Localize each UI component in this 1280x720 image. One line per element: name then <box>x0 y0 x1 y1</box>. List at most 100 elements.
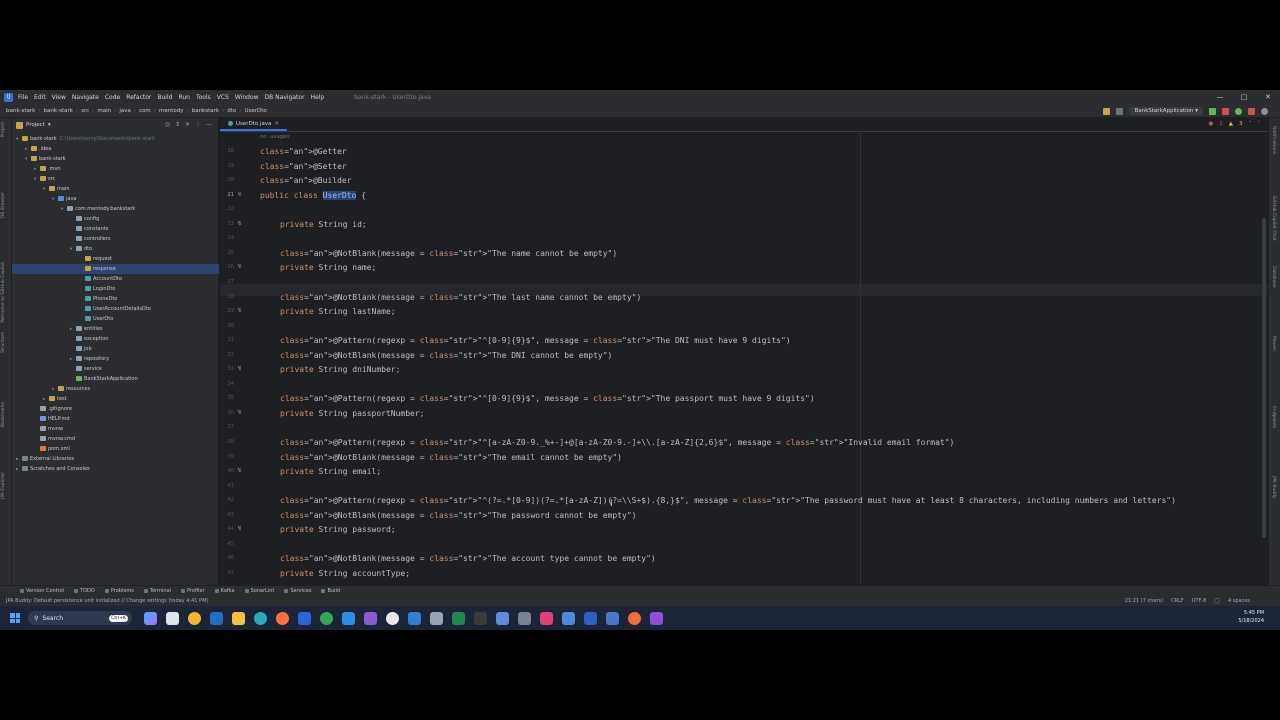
code-area[interactable]: no usages class="an">@Getter class="an">@S… <box>260 133 1260 602</box>
edge-icon[interactable] <box>254 611 267 625</box>
line-number[interactable]: 38 <box>227 439 234 445</box>
tree-item[interactable]: HELP.md <box>12 414 219 424</box>
tree-item[interactable]: request <box>12 254 219 264</box>
snipping-tool-icon[interactable] <box>606 611 619 625</box>
line-separator[interactable]: CRLF <box>1171 598 1184 604</box>
line-number[interactable]: 19 <box>227 163 234 169</box>
tree-item[interactable]: BankStarkApplication <box>12 374 219 384</box>
visual-studio-icon[interactable] <box>364 611 377 625</box>
line-number[interactable]: 41 <box>227 483 234 489</box>
tool-strip-database[interactable]: Database <box>1271 266 1276 287</box>
tool-strip-welcome-to-github-copilot[interactable]: Welcome to GitHub Copilot <box>1 262 6 323</box>
postman-icon[interactable] <box>628 611 641 625</box>
word-icon[interactable] <box>584 611 597 625</box>
tool-strip-db-browser[interactable]: DB Browser <box>1 192 6 218</box>
tree-item[interactable]: job <box>12 344 219 354</box>
menu-item-run[interactable]: Run <box>178 94 190 101</box>
line-number[interactable]: 47 <box>227 570 234 576</box>
locate-icon[interactable]: ◎ <box>165 121 170 128</box>
excel-icon[interactable] <box>452 611 465 625</box>
tree-item[interactable]: ▸ Scratches and Consoles <box>12 464 219 474</box>
caret-position[interactable]: 21:21 (7 chars) <box>1125 598 1163 604</box>
code-line[interactable]: class="an">@NotBlank(message = class="st… <box>280 554 656 563</box>
tool-window-profiler[interactable]: Profiler <box>181 588 205 594</box>
notes-icon[interactable] <box>496 611 509 625</box>
tree-item[interactable]: constants <box>12 224 219 234</box>
line-number[interactable]: 20 <box>227 177 234 183</box>
code-line[interactable]: class="an">@Pattern(regexp = class="str"… <box>280 394 815 403</box>
minimize-icon[interactable]: — <box>1208 90 1232 104</box>
tree-item[interactable]: ▾ bank-stark <box>12 154 219 164</box>
tree-item[interactable]: ▸ resources <box>12 384 219 394</box>
tree-item[interactable]: ▸ External Libraries <box>12 454 219 464</box>
breadcrumb-item[interactable]: UserDto <box>245 108 267 114</box>
file-explorer-icon[interactable] <box>232 611 245 625</box>
menu-item-db-navigator[interactable]: DB Navigator <box>265 94 305 101</box>
tool-strip-structure[interactable]: Structure <box>1 332 6 353</box>
tool-strip-project[interactable]: Project <box>1 122 6 137</box>
code-line[interactable]: private String id; <box>280 220 367 229</box>
debug-icon[interactable] <box>1222 107 1229 115</box>
taskbar-search[interactable]: ⚲ Search Ctrl+K <box>28 611 132 625</box>
line-number[interactable]: 35 <box>227 395 234 401</box>
menu-item-help[interactable]: Help <box>311 94 325 101</box>
menu-item-navigate[interactable]: Navigate <box>72 94 99 101</box>
github-desktop-icon[interactable] <box>386 611 399 625</box>
code-line[interactable]: private String lastName; <box>280 307 396 316</box>
line-number[interactable]: 44 <box>227 526 234 532</box>
tree-item[interactable]: ▸ .mvn <box>12 164 219 174</box>
chevron-down-icon[interactable]: ˅ <box>1257 121 1260 127</box>
line-number[interactable]: 31 <box>227 337 234 343</box>
firefox-icon[interactable] <box>276 611 289 625</box>
tree-item[interactable]: LoginDto <box>12 284 219 294</box>
tree-item[interactable]: config <box>12 214 219 224</box>
line-number[interactable]: 29 <box>227 308 234 314</box>
coverage-icon[interactable] <box>1235 107 1242 115</box>
tool-window-todo[interactable]: TODO <box>74 588 95 594</box>
terminal-icon[interactable] <box>474 611 487 625</box>
line-number[interactable]: 36 <box>227 410 234 416</box>
code-line[interactable]: private String accountType; <box>280 569 410 578</box>
windows-start-icon[interactable] <box>10 613 20 623</box>
code-line[interactable]: class="an">@NotBlank(message = class="st… <box>280 351 612 360</box>
breadcrumb-item[interactable]: src <box>81 108 89 114</box>
tool-strip-maven[interactable]: Maven <box>1271 336 1276 351</box>
close-tab-icon[interactable]: ✕ <box>274 118 279 130</box>
menu-item-view[interactable]: View <box>52 94 66 101</box>
run-icon[interactable] <box>1209 107 1216 115</box>
code-line[interactable]: private String dniNumber; <box>280 365 400 374</box>
tree-item[interactable]: AccountDto <box>12 274 219 284</box>
tab-userdto-java[interactable]: UserDto.java ✕ <box>220 118 288 131</box>
breadcrumb-item[interactable]: com <box>139 108 151 114</box>
line-number[interactable]: 39 <box>227 454 234 460</box>
code-line[interactable]: private String passportNumber; <box>280 409 425 418</box>
notepad-icon[interactable] <box>430 611 443 625</box>
gutter-marker-icon[interactable]: ↯ <box>237 263 243 270</box>
tree-item[interactable]: ▾ bank-stark C:\Users\tonny\Documents\bank… <box>12 134 219 144</box>
code-line[interactable]: class="an">@NotBlank(message = class="st… <box>280 511 636 520</box>
file-encoding[interactable]: UTF-8 <box>1192 598 1207 604</box>
defender-icon[interactable] <box>408 611 421 625</box>
line-number[interactable]: 37 <box>227 424 234 430</box>
tree-item[interactable]: .gitignore <box>12 404 219 414</box>
menu-item-refactor[interactable]: Refactor <box>126 94 151 101</box>
line-number[interactable]: 46 <box>227 555 234 561</box>
tool-window-build[interactable]: Build <box>321 588 340 594</box>
menu-item-window[interactable]: Window <box>235 94 259 101</box>
breadcrumb-item[interactable]: bankstark <box>192 108 219 114</box>
line-number[interactable]: 42 <box>227 497 234 503</box>
tool-strip-endpoints[interactable]: Endpoints <box>1271 406 1276 428</box>
gutter-marker-icon[interactable]: ↯ <box>237 307 243 314</box>
tool-strip-jpa-buddy[interactable]: JPA Buddy <box>1271 476 1276 499</box>
tool-window-terminal[interactable]: Terminal <box>143 588 171 594</box>
tree-item[interactable]: mvnw <box>12 424 219 434</box>
tree-item[interactable]: ▾ src <box>12 174 219 184</box>
close-icon[interactable]: ✕ <box>1256 90 1280 104</box>
menu-item-code[interactable]: Code <box>105 94 120 101</box>
tool-window-services[interactable]: Services <box>284 588 311 594</box>
onenote-icon[interactable] <box>650 611 663 625</box>
line-number[interactable]: 27 <box>227 279 234 285</box>
tool-strip-notifications[interactable]: Notifications <box>1271 126 1276 154</box>
tree-item[interactable]: ▾ dto <box>12 244 219 254</box>
usage-hint[interactable]: no usages <box>260 134 290 140</box>
